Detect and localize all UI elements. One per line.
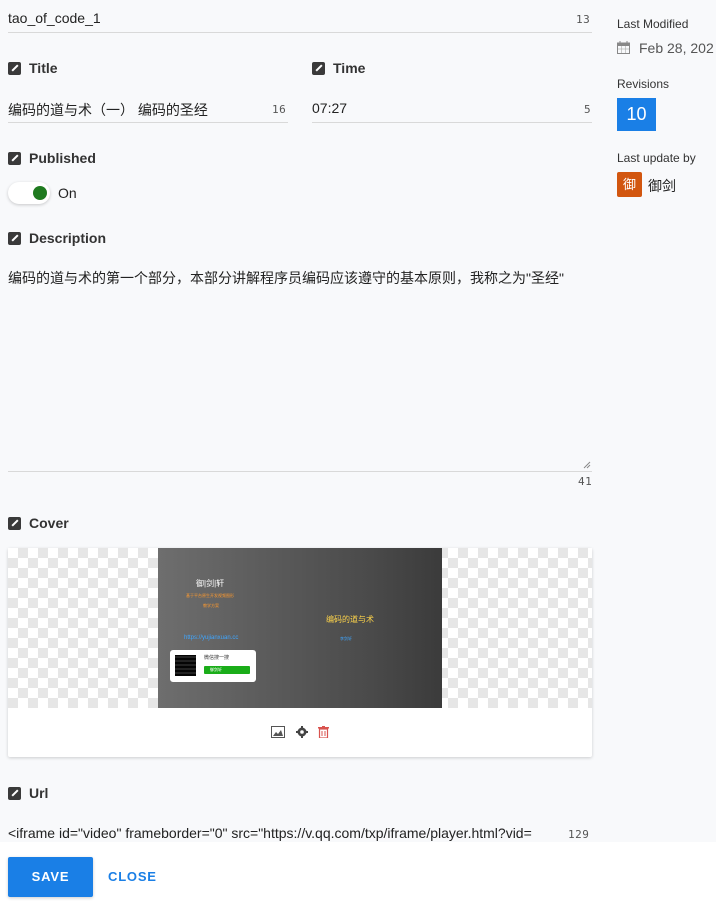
- title-label-text: Title: [29, 60, 58, 76]
- edit-icon: [8, 151, 21, 165]
- cover-preview: 御|剑|轩 基于平台原生开发视频图形 教学方案 https://yujianxu…: [8, 548, 592, 708]
- url-char-count: 129: [568, 828, 590, 841]
- id-field[interactable]: tao_of_code_1: [8, 10, 548, 26]
- last-modified-label: Last Modified: [617, 17, 689, 31]
- save-button[interactable]: SAVE: [8, 857, 93, 897]
- description-char-count: 41: [578, 475, 593, 488]
- time-label-text: Time: [333, 60, 366, 76]
- gear-icon[interactable]: [296, 726, 308, 738]
- description-underline: [8, 471, 592, 472]
- time-field[interactable]: 07:27: [312, 100, 512, 116]
- cover-brand: 御|剑|轩: [196, 579, 225, 588]
- url-label: Url: [8, 785, 48, 801]
- description-text: 编码的道与术的第一个部分，本部分讲解程序员编码应该遵守的基本原则，我称之为"圣经…: [8, 270, 564, 286]
- cover-link: https://yujianxuan.cc: [184, 635, 239, 641]
- trash-icon[interactable]: [318, 726, 329, 738]
- description-textarea[interactable]: 编码的道与术的第一个部分，本部分讲解程序员编码应该遵守的基本原则，我称之为"圣经…: [8, 268, 592, 471]
- title-char-count: 16: [272, 103, 287, 116]
- calendar-icon: [617, 41, 630, 54]
- wechat-label: 微信搜一搜: [204, 655, 230, 661]
- wechat-search-box: 御剑轩: [204, 666, 250, 674]
- revisions-label: Revisions: [617, 77, 670, 91]
- qr-code-icon: [175, 655, 196, 676]
- cover-card: 御|剑|轩 基于平台原生开发视频图形 教学方案 https://yujianxu…: [8, 548, 592, 757]
- edit-icon: [8, 61, 21, 75]
- last-update-label: Last update by: [617, 151, 696, 165]
- published-toggle-label: On: [58, 185, 77, 201]
- image-icon[interactable]: [271, 726, 285, 738]
- published-label: Published: [8, 150, 96, 166]
- last-modified-value: Feb 28, 202: [639, 40, 714, 56]
- description-label-text: Description: [29, 230, 107, 246]
- avatar: 御: [617, 172, 642, 197]
- published-label-text: Published: [29, 150, 96, 166]
- revisions-badge[interactable]: 10: [617, 98, 656, 131]
- id-underline: [8, 32, 592, 33]
- edit-icon: [8, 786, 21, 800]
- id-char-count: 13: [576, 13, 591, 26]
- url-field[interactable]: <iframe id="video" frameborder="0" src="…: [8, 825, 562, 841]
- edit-icon: [8, 231, 21, 245]
- url-label-text: Url: [29, 785, 49, 801]
- cover-sub: 李剑轩: [340, 636, 352, 641]
- title-underline: [8, 122, 288, 123]
- resize-handle-icon[interactable]: [583, 461, 591, 469]
- time-label: Time: [312, 60, 365, 76]
- time-underline: [312, 122, 592, 123]
- cover-image: 御|剑|轩 基于平台原生开发视频图形 教学方案 https://yujianxu…: [158, 548, 442, 708]
- cover-main-title: 编码的道与术: [326, 615, 374, 624]
- published-toggle[interactable]: [8, 182, 50, 204]
- toggle-knob: [33, 186, 47, 200]
- time-char-count: 5: [584, 103, 592, 116]
- cover-label: Cover: [8, 515, 69, 531]
- title-label: Title: [8, 60, 58, 76]
- title-field[interactable]: 编码的道与术（一） 编码的圣经: [8, 100, 258, 120]
- edit-icon: [8, 516, 21, 530]
- edit-icon: [312, 61, 325, 75]
- wechat-card: 微信搜一搜 御剑轩: [170, 650, 256, 682]
- description-label: Description: [8, 230, 106, 246]
- cover-tagline-1: 基于平台原生开发视频图形: [186, 593, 234, 598]
- close-button[interactable]: CLOSE: [108, 857, 156, 897]
- action-bar: SAVE CLOSE: [0, 842, 716, 903]
- cover-tagline-2: 教学方案: [203, 603, 219, 608]
- user-name: 御剑: [648, 178, 676, 194]
- cover-label-text: Cover: [29, 515, 69, 531]
